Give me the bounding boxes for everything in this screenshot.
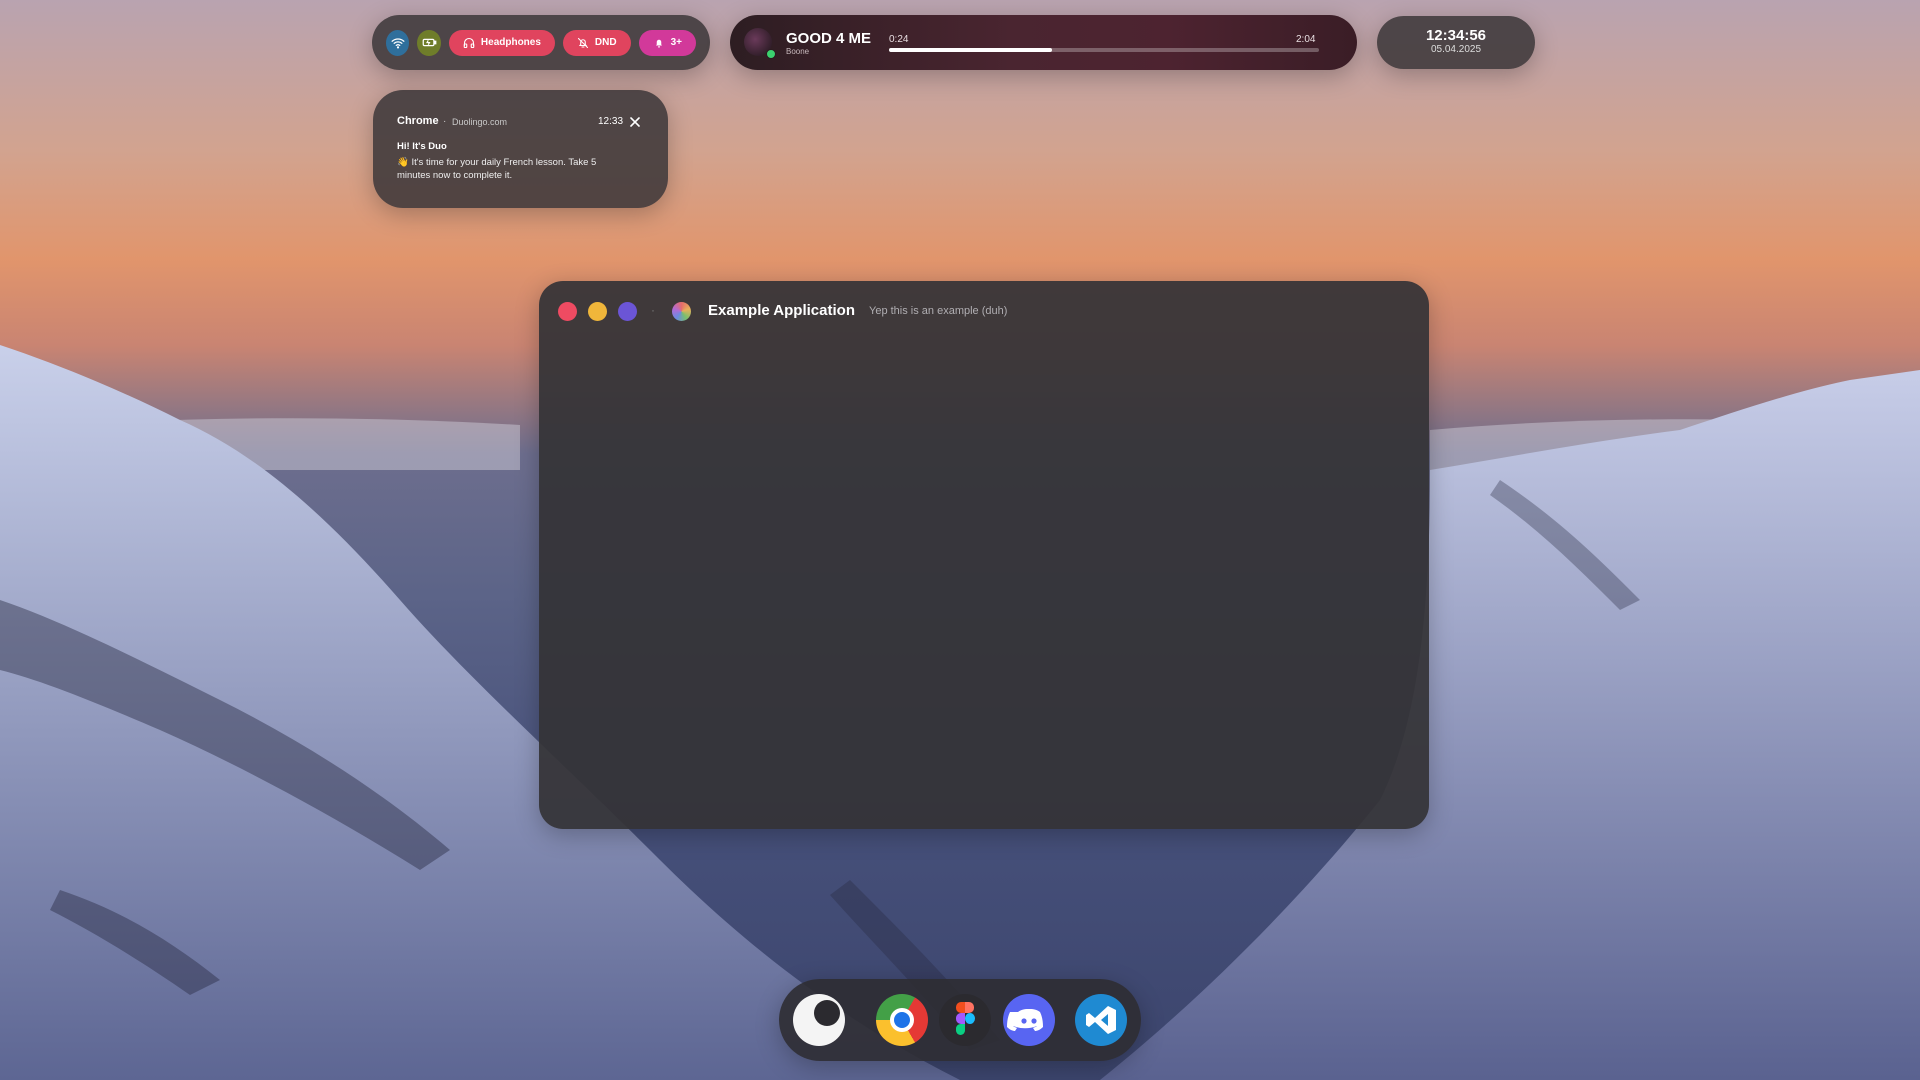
song-title: GOOD 4 ME [786, 30, 872, 47]
quick-toggles-bar: Headphones DND 3+ [372, 15, 710, 70]
clock-date: 05.04.2025 [1430, 44, 1482, 55]
clock-time: 12:34:56 [1425, 27, 1487, 44]
notification-title: Hi! It's Duo [397, 141, 447, 152]
maximize-button[interactable] [618, 302, 637, 321]
playing-indicator [766, 49, 776, 59]
chrome-icon[interactable] [876, 994, 928, 1046]
progress-bar[interactable] [889, 48, 1319, 52]
notifications-chip[interactable]: 3+ [638, 29, 696, 56]
launcher-icon[interactable] [793, 994, 845, 1046]
battery-icon [422, 38, 437, 47]
bell-off-icon [577, 37, 588, 48]
wifi-icon [391, 37, 405, 48]
close-button[interactable] [558, 302, 577, 321]
battery-toggle[interactable] [417, 29, 441, 56]
vscode-icon[interactable] [1075, 994, 1127, 1046]
wifi-toggle[interactable] [386, 29, 410, 56]
media-player[interactable]: GOOD 4 ME Boone 0:24 2:04 [730, 15, 1357, 70]
notifications-count: 3+ [670, 37, 682, 48]
headphones-chip[interactable]: Headphones [448, 29, 555, 56]
app-window: · Example Application Yep this is an exa… [539, 281, 1429, 829]
headphones-label: Headphones [480, 37, 541, 48]
headphones-icon [463, 37, 475, 48]
progress-fill [889, 48, 1053, 52]
clock-widget[interactable]: 12:34:56 05.04.2025 [1377, 16, 1535, 69]
notification-card[interactable]: Chrome · Duolingo.com 12:33 Hi! It's Duo… [373, 90, 668, 208]
notification-separator: · [443, 116, 447, 127]
app-icon [672, 302, 691, 321]
close-icon[interactable] [629, 116, 641, 128]
titlebar-separator: · [651, 303, 655, 317]
notification-body: 👋 It's time for your daily French lesson… [397, 157, 597, 181]
notification-app: Chrome [397, 115, 439, 127]
song-artist: Boone [786, 47, 810, 56]
current-time: 0:24 [889, 34, 909, 45]
window-title: Example Application [708, 302, 855, 319]
dock [779, 979, 1141, 1061]
notification-time: 12:33 [598, 116, 624, 127]
discord-icon[interactable] [1003, 994, 1055, 1046]
window-subtitle: Yep this is an example (duh) [869, 305, 1008, 317]
notification-source: Duolingo.com [452, 117, 508, 127]
dnd-chip[interactable]: DND [562, 29, 631, 56]
total-time: 2:04 [1296, 34, 1316, 45]
dnd-label: DND [594, 37, 617, 48]
figma-icon[interactable] [939, 994, 991, 1046]
bell-icon [655, 39, 662, 47]
minimize-button[interactable] [588, 302, 607, 321]
